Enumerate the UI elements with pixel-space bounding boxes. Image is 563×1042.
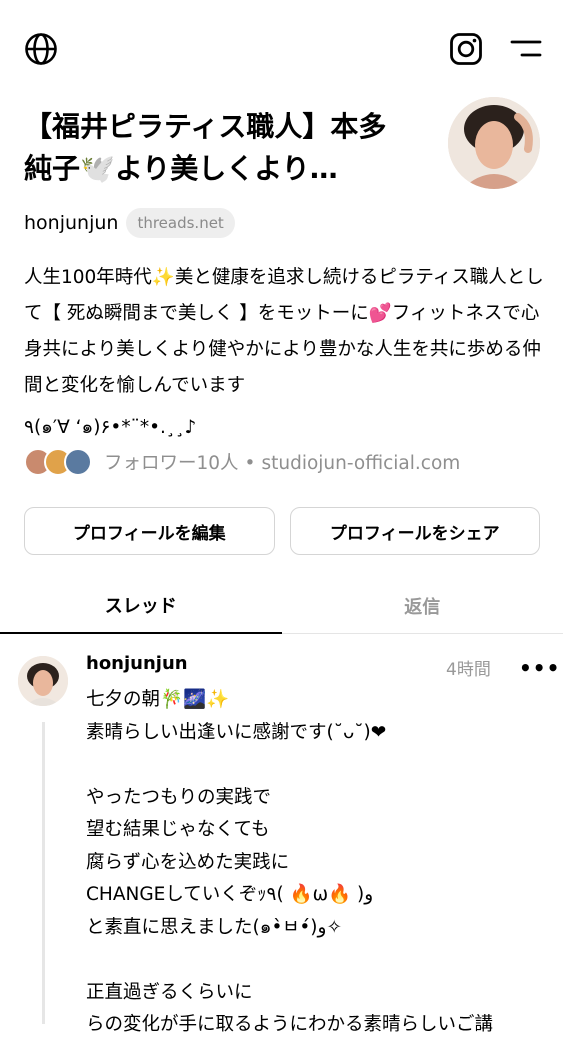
- followers-row[interactable]: フォロワー10人 •studiojun-official.com: [24, 448, 460, 476]
- threads-domain-badge[interactable]: threads.net: [126, 208, 234, 238]
- profile-handle: honjunjun: [24, 212, 118, 234]
- top-bar: [0, 0, 563, 96]
- edit-profile-button[interactable]: プロフィールを編集: [24, 507, 275, 555]
- profile-avatar[interactable]: [448, 97, 540, 189]
- post-username[interactable]: honjunjun: [86, 653, 188, 674]
- tab-replies[interactable]: 返信: [282, 578, 563, 633]
- bio-text: 人生100年時代✨美と健康を追求し続けるピラティス職人として【 死ぬ瞬間まで美し…: [24, 260, 544, 404]
- profile-bio: 人生100年時代✨美と健康を追求し続けるピラティス職人として【 死ぬ瞬間まで美し…: [24, 260, 544, 446]
- thread-line: [42, 722, 45, 1024]
- follower-avatar: [64, 448, 92, 476]
- website-link[interactable]: studiojun-official.com: [261, 453, 460, 474]
- profile-tabs: スレッド 返信: [0, 578, 563, 634]
- share-profile-button[interactable]: プロフィールをシェア: [290, 507, 541, 555]
- post-time: 4時間: [446, 655, 491, 680]
- menu-icon[interactable]: [510, 38, 542, 60]
- more-options-icon[interactable]: •••: [519, 656, 560, 680]
- profile-name: 【福井ピラティス職人】本多 純子🕊️より美しくより…: [24, 106, 424, 190]
- separator-dot: •: [245, 453, 256, 474]
- post-text: 七夕の朝🎋🌌✨ 素晴らしい出逢いに感謝です(˘ᴗ˘)❤ やったつもりの実践で 望…: [86, 684, 546, 1042]
- profile-actions: プロフィールを編集 プロフィールをシェア: [24, 507, 540, 555]
- handle-row: honjunjun threads.net: [24, 205, 235, 241]
- followers-info: フォロワー10人 •studiojun-official.com: [104, 449, 460, 475]
- post-avatar[interactable]: [18, 656, 68, 706]
- bio-kaomoji: ٩(๑′∀ ‘๑)۶•*¨*•.¸¸♪: [24, 410, 544, 446]
- globe-icon[interactable]: [24, 32, 58, 66]
- instagram-icon[interactable]: [449, 32, 483, 66]
- followers-count[interactable]: フォロワー10人: [104, 453, 239, 474]
- tab-threads[interactable]: スレッド: [0, 578, 282, 634]
